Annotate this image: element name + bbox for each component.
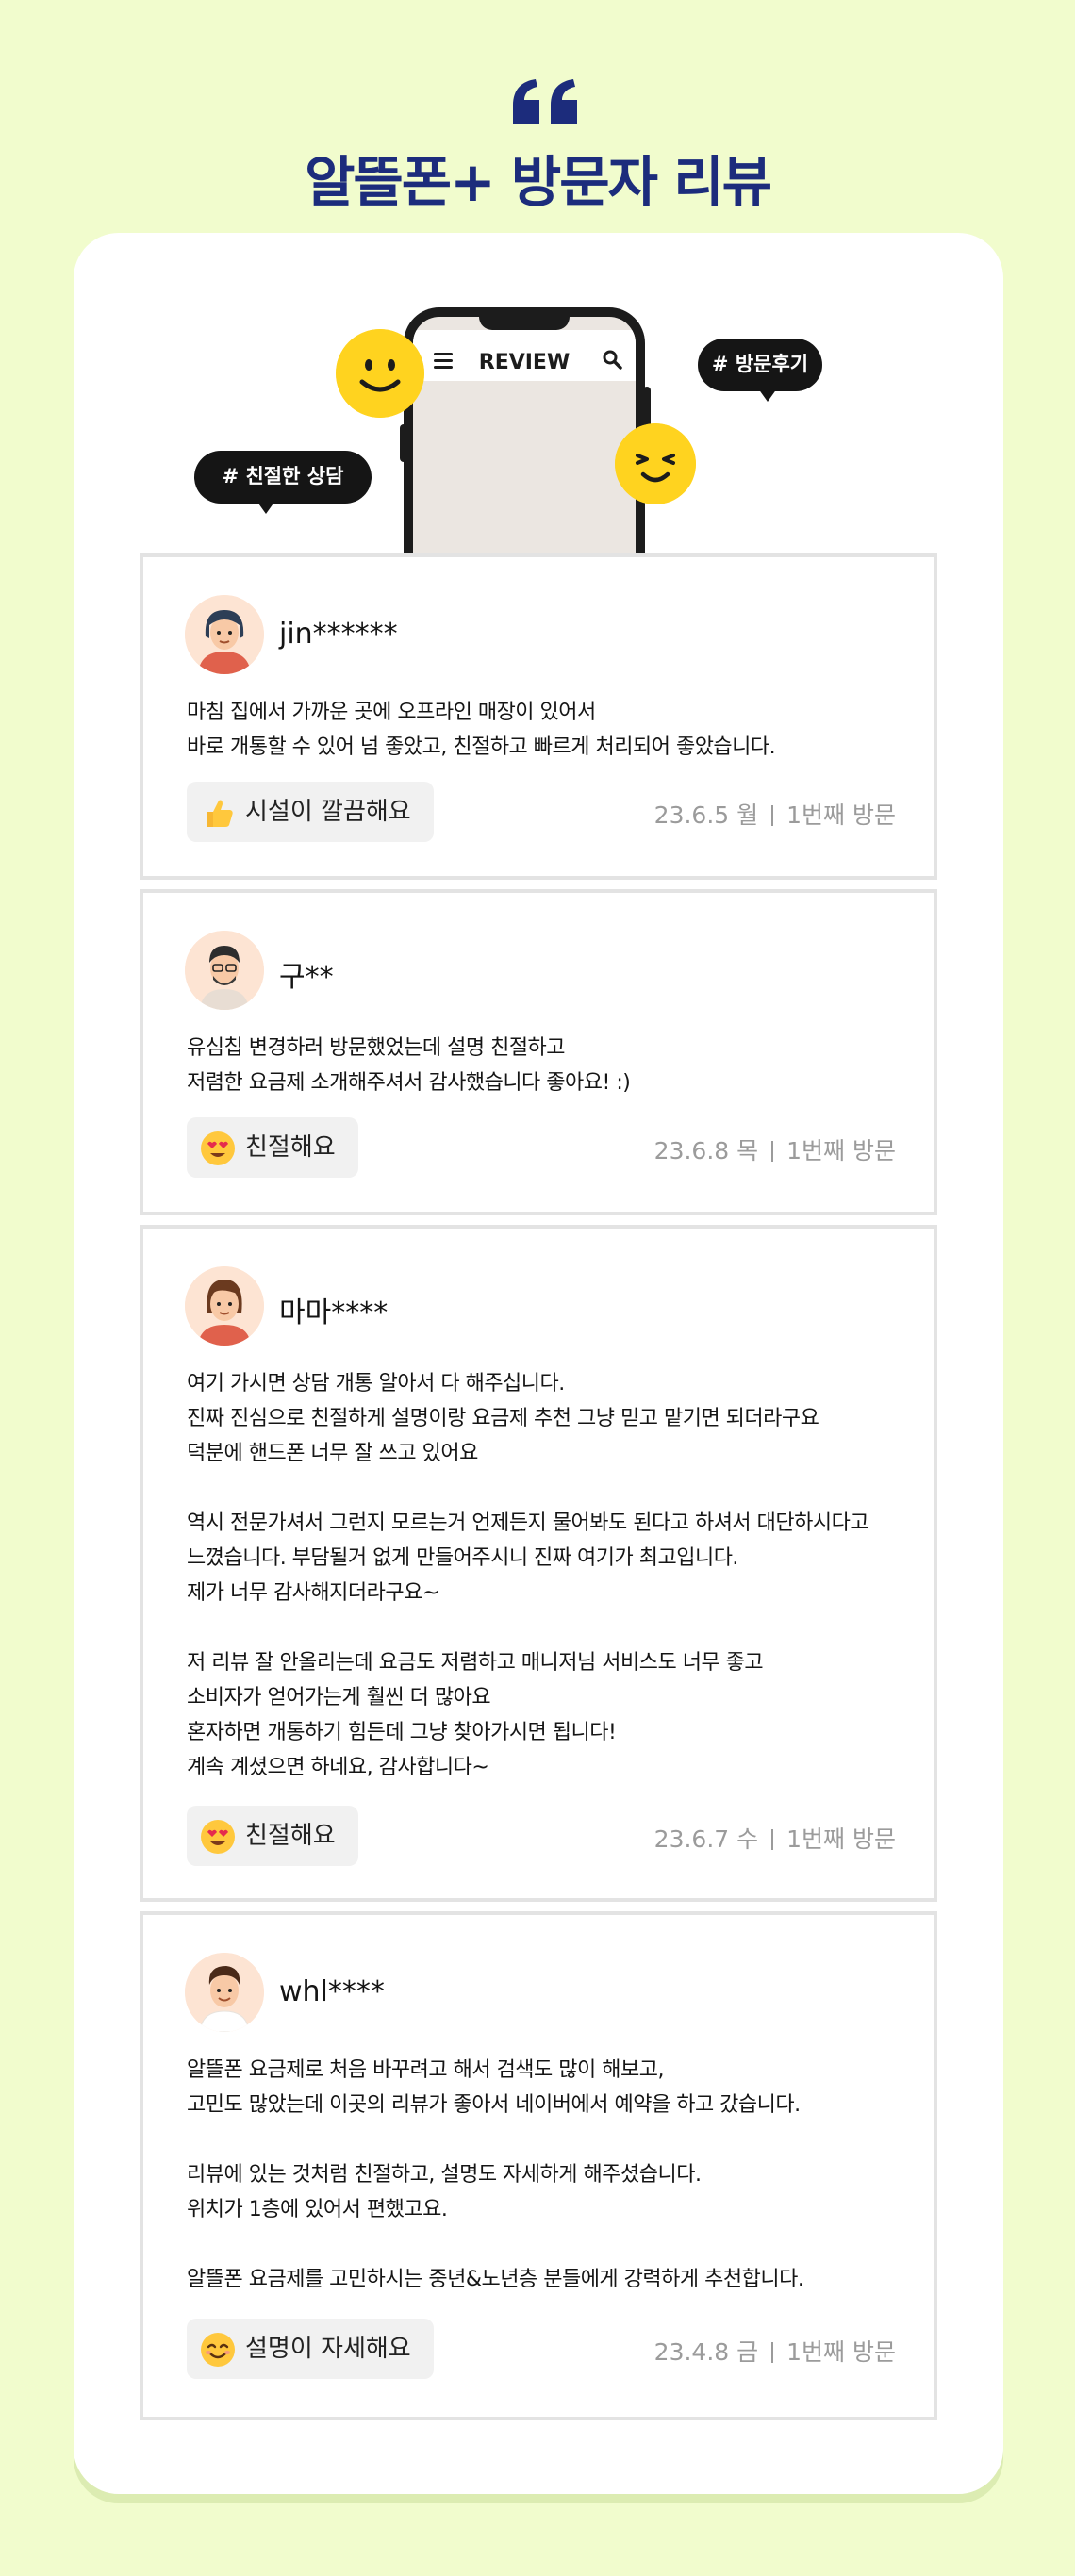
avatar [185, 1266, 264, 1346]
review-item: 구** 유심칩 변경하러 방문했었는데 설명 친절하고 저렴한 요금제 소개해주… [140, 889, 937, 1215]
hashtag-label: # 친절한 상담 [222, 465, 344, 487]
review-text: 유심칩 변경하러 방문했었는데 설명 친절하고 저렴한 요금제 소개해주셔서 감… [187, 1036, 631, 1095]
smiley-icon [336, 329, 424, 418]
review-item: jin****** 마침 집에서 가까운 곳에 오프라인 매장이 있어서 바로 … [140, 553, 937, 880]
username: 마마**** [279, 1296, 389, 1329]
username: whl**** [279, 1975, 385, 2008]
page-title: 알뜰폰+ 방문자 리뷰 [305, 150, 772, 214]
search-icon [603, 350, 622, 370]
visit-meta: 23.6.7 수 1번째 방문 [654, 1821, 896, 1855]
review-tag[interactable]: 설명이 자세해요 [187, 2319, 434, 2379]
visit-count: 1번째 방문 [786, 801, 896, 829]
tag-label: 친절해요 [245, 1822, 336, 1850]
phone-side-button [400, 424, 407, 462]
visit-count: 1번째 방문 [786, 1825, 896, 1853]
review-tag[interactable]: 친절해요 [187, 1117, 358, 1178]
hashtag-bubble-friendly: # 친절한 상담 [194, 451, 372, 514]
hashtag-bubble-visit: # 방문후기 [698, 339, 822, 402]
visit-meta: 23.4.8 금 1번째 방문 [654, 2334, 896, 2368]
thumbs-up-icon [207, 800, 233, 827]
tag-label: 설명이 자세해요 [245, 2335, 411, 2363]
tag-label: 시설이 깔끔해요 [245, 798, 411, 826]
review-text: 알뜰폰 요금제로 처음 바꾸려고 해서 검색도 많이 해보고, 고민도 많았는데… [187, 2058, 804, 2291]
review-text: 마침 집에서 가까운 곳에 오프라인 매장이 있어서 바로 개통할 수 있어 넘… [187, 701, 776, 759]
review-date: 23.6.8 목 [653, 1137, 759, 1164]
review-tag[interactable]: 친절해요 [187, 1806, 358, 1866]
avatar [185, 1953, 264, 2032]
review-tag[interactable]: 시설이 깔끔해요 [187, 782, 434, 842]
heart-eyes-icon [201, 1820, 235, 1854]
visit-meta: 23.6.5 월 1번째 방문 [654, 797, 896, 831]
visit-meta: 23.6.8 목 1번째 방문 [654, 1132, 896, 1166]
hashtag-label: # 방문후기 [711, 353, 809, 375]
review-date: 23.6.5 월 [653, 801, 759, 829]
wink-smiley-icon [615, 423, 696, 504]
review-text: 여기 가시면 상담 개통 알아서 다 해주십니다. 진짜 진심으로 친절하게 설… [187, 1372, 869, 1779]
phone-header: REVIEW [413, 330, 636, 381]
avatar [185, 595, 264, 674]
tag-label: 친절해요 [245, 1133, 336, 1162]
smiling-face-icon [201, 2333, 235, 2367]
avatar [185, 931, 264, 1010]
visit-count: 1번째 방문 [786, 1137, 896, 1164]
quote-icon [513, 79, 577, 124]
phone-notch [479, 317, 570, 330]
review-item: 마마**** 여기 가시면 상담 개통 알아서 다 해주십니다. 진짜 진심으로… [140, 1225, 937, 1902]
phone-illustration: REVIEW [404, 307, 645, 562]
username: 구** [279, 961, 334, 994]
heart-eyes-icon [201, 1131, 235, 1165]
review-item: whl**** 알뜰폰 요금제로 처음 바꾸려고 해서 검색도 많이 해보고, … [140, 1911, 937, 2420]
visit-count: 1번째 방문 [786, 2338, 896, 2366]
review-date: 23.4.8 금 [653, 2338, 759, 2366]
username: jin****** [279, 618, 398, 651]
review-date: 23.6.7 수 [653, 1825, 759, 1853]
